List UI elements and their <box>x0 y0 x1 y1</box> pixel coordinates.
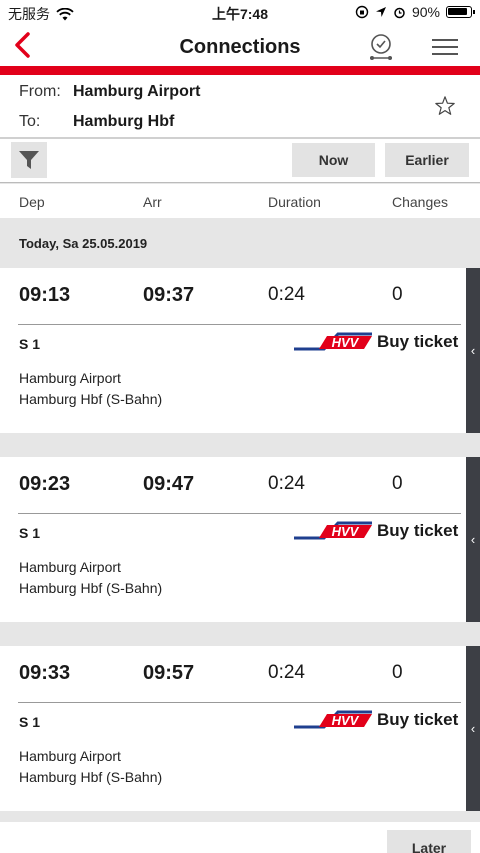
card-divider <box>18 324 461 325</box>
buy-ticket-link[interactable]: Buy ticket <box>377 332 458 352</box>
expand-tab[interactable]: ‹ <box>466 268 480 433</box>
filter-button[interactable] <box>11 142 47 178</box>
line-label: S 1 <box>19 525 41 541</box>
card-divider <box>18 702 461 703</box>
hvv-logo: HVV <box>294 521 372 540</box>
departure-time: 09:33 <box>19 662 71 684</box>
card-divider <box>18 513 461 514</box>
alarm-status-icon <box>394 7 405 18</box>
battery-icon <box>446 6 475 18</box>
accent-bar <box>0 66 480 75</box>
divider <box>0 182 480 183</box>
origin-stop: Hamburg Airport <box>19 748 121 764</box>
column-dep: Dep <box>19 194 45 210</box>
navigation-bar: Connections <box>0 24 480 66</box>
changes-value: 0 <box>392 284 403 305</box>
favorite-star-icon[interactable] <box>434 95 456 117</box>
column-duration: Duration <box>268 194 321 210</box>
changes-value: 0 <box>392 473 403 494</box>
from-label: From: <box>19 83 61 100</box>
later-button[interactable]: Later <box>387 830 471 853</box>
hvv-logo: HVV <box>294 332 372 351</box>
to-label: To: <box>19 113 41 130</box>
destination-stop: Hamburg Hbf (S-Bahn) <box>19 391 163 407</box>
date-label: Today, Sa 25.05.2019 <box>19 236 148 251</box>
duration-value: 0:24 <box>268 662 305 683</box>
arrival-time: 09:37 <box>143 284 195 306</box>
svg-text:HVV: HVV <box>332 335 360 350</box>
destination-stop: Hamburg Hbf (S-Bahn) <box>19 769 163 785</box>
origin-stop: Hamburg Airport <box>19 559 121 575</box>
svg-text:HVV: HVV <box>332 524 360 539</box>
battery-percent: 90% <box>411 4 440 20</box>
now-button[interactable]: Now <box>292 143 375 177</box>
alarm-clock-icon[interactable] <box>368 32 394 62</box>
column-header: Dep Arr Duration Changes <box>0 184 480 218</box>
earlier-button[interactable]: Earlier <box>385 143 469 177</box>
status-bar: 无服务 上午7:48 90% <box>0 0 480 24</box>
date-header: Today, Sa 25.05.2019 <box>0 220 480 266</box>
svg-text:HVV: HVV <box>332 713 360 728</box>
changes-value: 0 <box>392 662 403 683</box>
departure-time: 09:23 <box>19 473 71 495</box>
buy-ticket-link[interactable]: Buy ticket <box>377 521 458 541</box>
bottom-bar: Later <box>0 822 480 853</box>
connection-card[interactable]: 09:23 09:47 0:24 0 S 1 HVV Buy ticket Ha… <box>0 457 480 622</box>
funnel-icon <box>19 151 39 169</box>
departure-time: 09:13 <box>19 284 71 306</box>
line-label: S 1 <box>19 714 41 730</box>
chevron-left-small-icon: ‹ <box>470 532 476 547</box>
from-station: Hamburg Airport <box>73 83 201 100</box>
buy-ticket-link[interactable]: Buy ticket <box>377 710 458 730</box>
destination-stop: Hamburg Hbf (S-Bahn) <box>19 580 163 596</box>
hvv-logo: HVV <box>294 710 372 729</box>
hamburger-menu-icon[interactable] <box>432 38 458 56</box>
arrival-time: 09:57 <box>143 662 195 684</box>
page-title: Connections <box>179 36 301 58</box>
column-arr: Arr <box>143 194 162 210</box>
connection-card[interactable]: 09:13 09:37 0:24 0 S 1 HVV Buy ticket Ha… <box>0 268 480 433</box>
column-changes: Changes <box>392 194 449 210</box>
origin-stop: Hamburg Airport <box>19 370 121 386</box>
duration-value: 0:24 <box>268 473 305 494</box>
expand-tab[interactable]: ‹ <box>466 457 480 622</box>
toolbar: Now Earlier <box>0 139 480 183</box>
chevron-left-small-icon: ‹ <box>470 721 476 736</box>
arrival-time: 09:47 <box>143 473 195 495</box>
route-summary: From: Hamburg Airport To: Hamburg Hbf <box>0 75 480 137</box>
duration-value: 0:24 <box>268 284 305 305</box>
chevron-left-small-icon: ‹ <box>470 343 476 358</box>
to-station: Hamburg Hbf <box>73 113 175 130</box>
expand-tab[interactable]: ‹ <box>466 646 480 811</box>
connections-screen: 无服务 上午7:48 90% Connections From: Hamburg… <box>0 0 480 853</box>
location-arrow-icon <box>375 7 386 17</box>
orientation-lock-icon <box>355 5 369 19</box>
line-label: S 1 <box>19 336 41 352</box>
connection-card[interactable]: 09:33 09:57 0:24 0 S 1 HVV Buy ticket Ha… <box>0 646 480 811</box>
